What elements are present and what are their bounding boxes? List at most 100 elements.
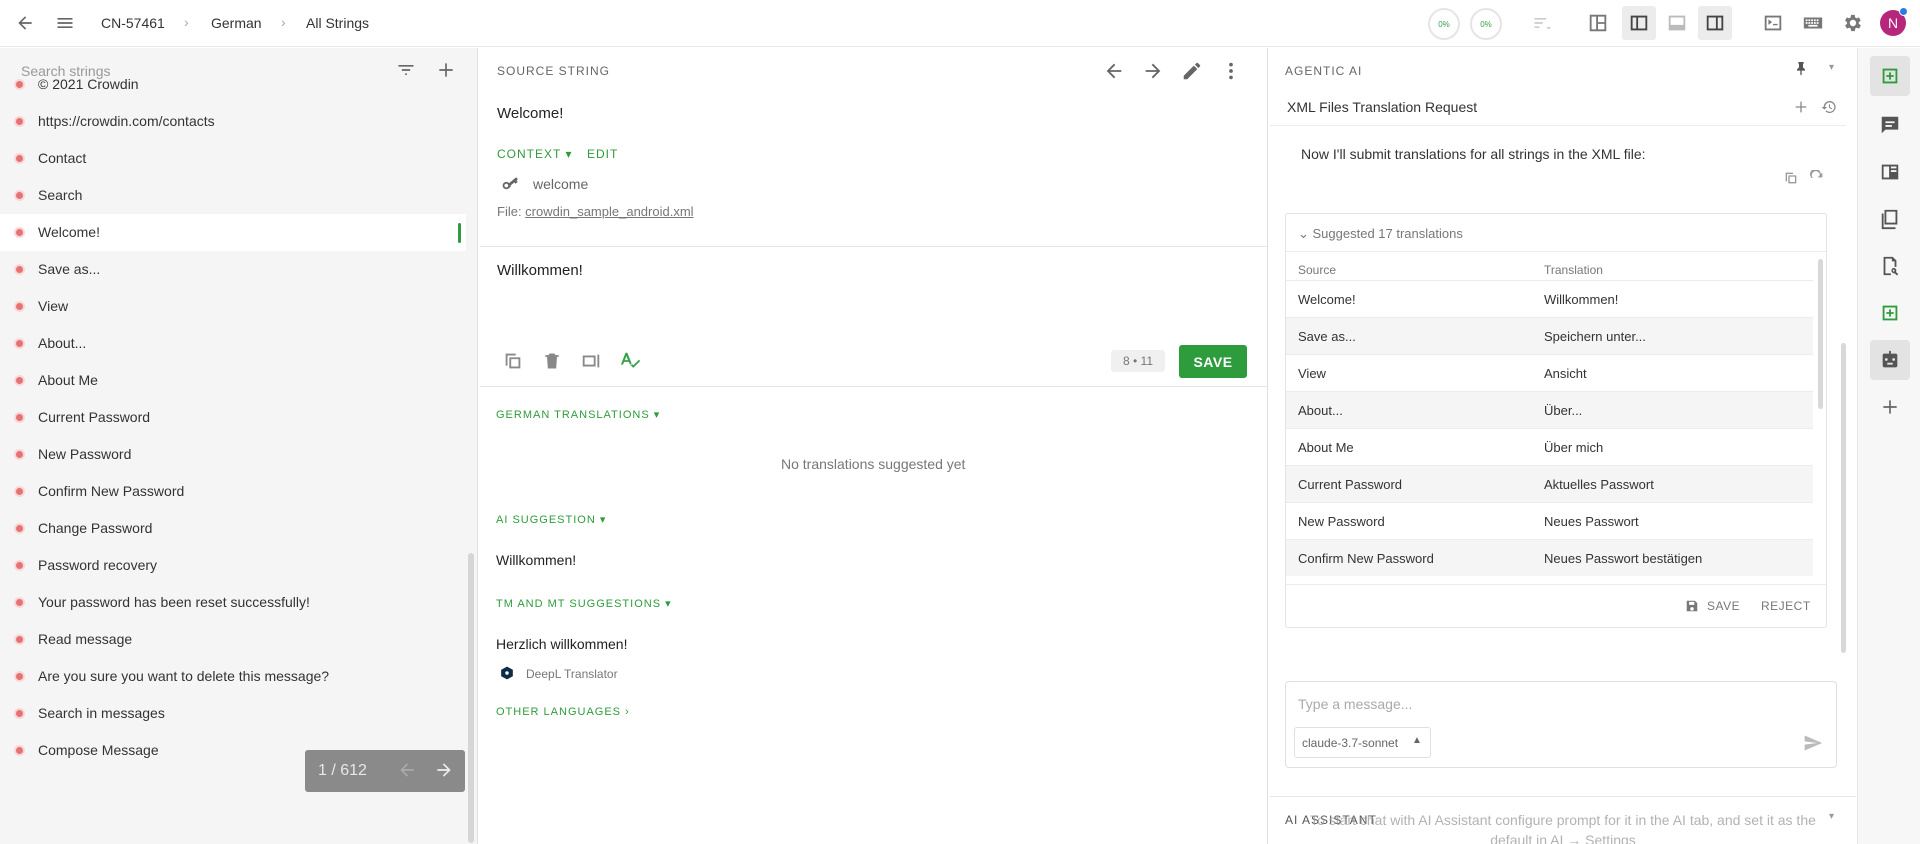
breadcrumb-project[interactable]: CN-57461 <box>101 15 165 31</box>
table-row[interactable]: Current Password Aktuelles Passwort <box>1286 465 1813 502</box>
save-button[interactable]: SAVE <box>1179 345 1247 378</box>
table-row[interactable]: View Ansicht <box>1286 354 1813 391</box>
status-dot <box>16 488 23 495</box>
model-select[interactable]: claude-3.7-sonnet ▲ <box>1294 727 1431 758</box>
layout-sidebar-right-icon[interactable] <box>1698 6 1732 40</box>
terminal-icon[interactable] <box>1761 11 1785 35</box>
list-item[interactable]: © 2021 Crowdin <box>0 66 466 103</box>
divider <box>1270 125 1846 126</box>
ai-assistant-overlay-text: To start chat with AI Assistant configur… <box>1310 812 1816 844</box>
reject-suggestions-button[interactable]: REJECT <box>1761 599 1811 613</box>
table-row[interactable]: New Password Neues Passwort <box>1286 502 1813 539</box>
pencil-icon[interactable] <box>1181 60 1203 82</box>
list-item[interactable]: Save as... <box>0 251 466 288</box>
book-icon[interactable] <box>1870 152 1910 192</box>
status-dot <box>16 414 23 421</box>
list-item-selected[interactable]: Welcome! <box>0 214 466 251</box>
edit-context-link[interactable]: EDIT <box>587 147 618 161</box>
table-row[interactable]: About Me Über mich <box>1286 428 1813 465</box>
list-item[interactable]: Search in messages <box>0 695 466 732</box>
table-row[interactable]: Save as... Speichern unter... <box>1286 317 1813 354</box>
list-item[interactable]: Current Password <box>0 399 466 436</box>
divider <box>480 386 1268 387</box>
status-dot <box>16 451 23 458</box>
list-item[interactable]: Read message <box>0 621 466 658</box>
list-item[interactable]: Are you sure you want to delete this mes… <box>0 658 466 695</box>
ai-spark-icon[interactable] <box>1870 293 1910 333</box>
list-item[interactable]: Confirm New Password <box>0 473 466 510</box>
arrow-left-icon[interactable] <box>1103 60 1125 82</box>
ai-suggestion-dropdown[interactable]: AI SUGGESTION ▾ <box>496 513 606 526</box>
status-dot <box>16 636 23 643</box>
translation-progress: 0% <box>1428 8 1460 40</box>
list-item[interactable]: New Password <box>0 436 466 473</box>
list-item[interactable]: https://crowdin.com/contacts <box>0 103 466 140</box>
chat-title[interactable]: XML Files Translation Request <box>1287 99 1477 115</box>
list-item[interactable]: About... <box>0 325 466 362</box>
split-icon[interactable] <box>580 350 602 372</box>
layout-sidebar-left-icon[interactable] <box>1622 6 1656 40</box>
pin-icon[interactable] <box>1793 60 1809 76</box>
breadcrumb-strings[interactable]: All Strings <box>306 15 369 31</box>
send-icon[interactable] <box>1803 733 1823 753</box>
scrollbar[interactable] <box>468 553 474 843</box>
copy-icon[interactable] <box>1783 170 1799 186</box>
status-dot <box>16 525 23 532</box>
comments-icon[interactable] <box>1870 105 1910 145</box>
list-item[interactable]: Your password has been reset successfull… <box>0 584 466 621</box>
context-dropdown[interactable]: CONTEXT ▾ <box>497 147 572 161</box>
scrollbar[interactable] <box>1818 259 1823 409</box>
robot-icon[interactable] <box>1870 340 1910 380</box>
new-chat-icon[interactable] <box>1793 99 1809 115</box>
sort-icon[interactable] <box>1530 11 1554 35</box>
layout-bottom-icon[interactable] <box>1665 11 1689 35</box>
panel-header: AGENTIC AI <box>1285 64 1363 78</box>
list-item[interactable]: View <box>0 288 466 325</box>
list-item[interactable]: Contact <box>0 140 466 177</box>
more-vertical-icon[interactable] <box>1220 60 1242 82</box>
translation-input[interactable]: Willkommen! <box>497 262 583 279</box>
chevron-down-icon[interactable]: ▾ <box>1829 62 1834 73</box>
top-bar: CN-57461 › German › All Strings 0% 0% N <box>0 0 1920 47</box>
suggested-translations-card: ⌄ Suggested 17 translations Source Trans… <box>1285 213 1827 628</box>
layout-grid-icon[interactable] <box>1586 11 1610 35</box>
list-item[interactable]: Change Password <box>0 510 466 547</box>
keyboard-icon[interactable] <box>1801 11 1825 35</box>
scrollbar[interactable] <box>1841 343 1846 653</box>
back-arrow-icon[interactable] <box>13 11 37 35</box>
chevron-down-icon[interactable]: ▾ <box>1829 811 1834 822</box>
ai-suggestion-text[interactable]: Willkommen! <box>496 552 576 568</box>
status-dot <box>16 81 23 88</box>
agentic-ai-icon[interactable] <box>1870 56 1910 96</box>
spellcheck-icon[interactable] <box>620 350 642 372</box>
list-item[interactable]: Password recovery <box>0 547 466 584</box>
trash-icon[interactable] <box>542 350 562 372</box>
arrow-right-icon[interactable] <box>1142 60 1164 82</box>
glossary-icon[interactable] <box>1870 199 1910 239</box>
other-languages-dropdown[interactable]: OTHER LANGUAGES › <box>496 706 630 718</box>
gear-icon[interactable] <box>1840 11 1864 35</box>
list-item[interactable]: About Me <box>0 362 466 399</box>
copy-source-icon[interactable] <box>502 350 524 372</box>
suggestions-toggle[interactable]: ⌄ Suggested 17 translations <box>1298 226 1463 242</box>
status-dot <box>16 192 23 199</box>
message-input[interactable]: Type a message... <box>1298 696 1412 712</box>
table-row[interactable]: Confirm New Password Neues Passwort bestä… <box>1286 539 1813 576</box>
refresh-icon[interactable] <box>1809 170 1825 186</box>
table-row[interactable]: About... Über... <box>1286 391 1813 428</box>
status-dot <box>16 340 23 347</box>
breadcrumb-language[interactable]: German <box>211 15 262 31</box>
tm-suggestion-text[interactable]: Herzlich willkommen! <box>496 636 627 652</box>
tm-mt-dropdown[interactable]: TM AND MT SUGGESTIONS ▾ <box>496 597 672 610</box>
history-icon[interactable] <box>1821 99 1837 115</box>
german-translations-dropdown[interactable]: GERMAN TRANSLATIONS ▾ <box>496 408 660 421</box>
add-app-icon[interactable] <box>1870 387 1910 427</box>
menu-icon[interactable] <box>53 11 77 35</box>
save-suggestions-button[interactable]: SAVE <box>1707 599 1740 613</box>
file-search-icon[interactable] <box>1870 246 1910 286</box>
prev-arrow-icon[interactable] <box>397 760 417 780</box>
file-link[interactable]: crowdin_sample_android.xml <box>525 204 693 219</box>
table-row[interactable]: Welcome! Willkommen! <box>1286 280 1813 317</box>
next-arrow-icon[interactable] <box>434 760 454 780</box>
list-item[interactable]: Search <box>0 177 466 214</box>
